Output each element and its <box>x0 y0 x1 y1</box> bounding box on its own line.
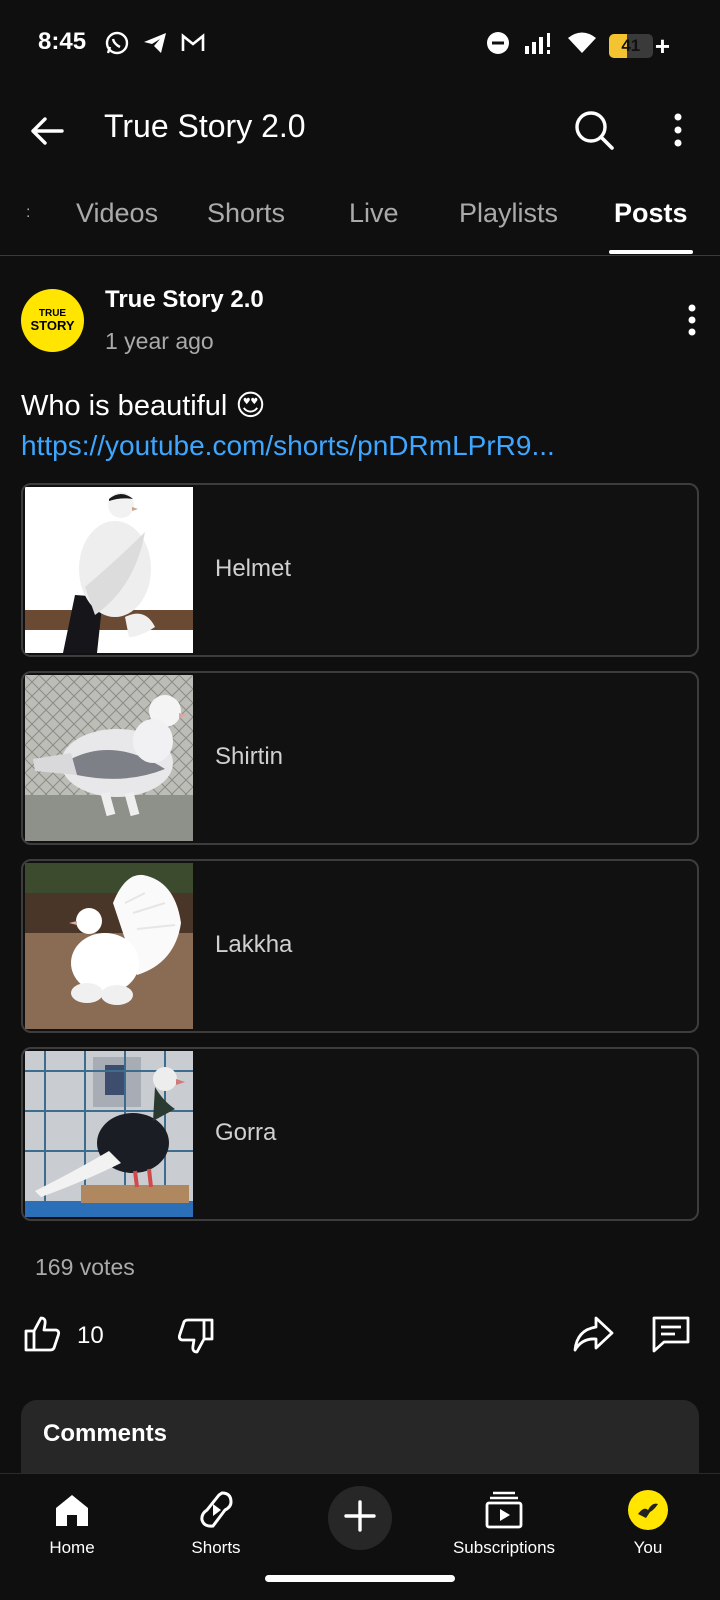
post-link[interactable]: https://youtube.com/shorts/pnDRmLPrR9... <box>21 430 555 462</box>
avatar-text-line2: STORY <box>30 318 75 333</box>
poll-option-helmet[interactable]: Helmet <box>21 483 699 657</box>
channel-title: True Story 2.0 <box>104 108 306 144</box>
poll-option-gorra[interactable]: Gorra <box>21 1047 699 1221</box>
telegram-icon <box>142 30 168 56</box>
poll-option-lakkha[interactable]: Lakkha <box>21 859 699 1033</box>
create-button[interactable] <box>328 1486 392 1550</box>
nav-subscriptions[interactable]: Subscriptions <box>434 1484 574 1558</box>
home-indicator[interactable] <box>265 1575 455 1582</box>
nav-label-subscriptions: Subscriptions <box>452 1538 556 1557</box>
tab-active-indicator <box>609 250 693 254</box>
comments-title: Comments <box>43 1420 168 1447</box>
nav-label-shorts: Shorts <box>191 1538 241 1557</box>
status-time: 8:45 <box>38 28 87 55</box>
tab-posts[interactable]: Posts <box>614 198 688 229</box>
poll-image-white-pigeon-black-tail <box>25 487 193 653</box>
tab-playlists[interactable]: Playlists <box>459 198 558 229</box>
app-bar: True Story 2.0 <box>0 88 720 174</box>
channel-tabs: : Videos Shorts Live Playlists Posts <box>0 174 720 256</box>
poll-option-label: Shirtin <box>215 743 284 770</box>
comment-icon[interactable] <box>650 1314 692 1354</box>
nav-label-you: You <box>633 1538 663 1557</box>
create-plus-icon <box>343 1499 377 1538</box>
home-icon <box>52 1490 92 1530</box>
share-icon[interactable] <box>572 1314 614 1354</box>
post-author[interactable]: True Story 2.0 <box>105 286 264 314</box>
channel-avatar[interactable]: TRUE STORY <box>21 289 84 352</box>
poll-image-grey-spotted-pigeon <box>25 675 193 841</box>
more-vert-icon[interactable] <box>660 108 696 152</box>
subscriptions-icon <box>484 1490 524 1530</box>
wifi-icon <box>567 30 597 61</box>
like-count: 10 <box>77 1322 104 1349</box>
poll-image-white-fantail-pigeon <box>25 863 193 1029</box>
poll-option-shirtin[interactable]: Shirtin <box>21 671 699 845</box>
post-text: Who is beautiful 😍 <box>21 390 266 422</box>
dnd-icon <box>485 30 511 61</box>
poll-option-label: Gorra <box>215 1119 277 1146</box>
you-avatar-icon <box>628 1490 668 1530</box>
tab-videos[interactable]: Videos <box>76 198 158 229</box>
poll-option-label: Lakkha <box>215 931 293 958</box>
poll-votes: 169 votes <box>35 1254 135 1280</box>
shorts-icon <box>196 1490 236 1530</box>
nav-label-home: Home <box>49 1538 95 1557</box>
search-icon[interactable] <box>572 108 616 152</box>
gmail-icon <box>180 30 206 56</box>
poll-image-black-white-pigeon <box>25 1051 193 1217</box>
status-bar: 8:45 41 + <box>0 0 720 88</box>
tab-overflow[interactable]: : <box>26 204 30 222</box>
signal-icon <box>523 30 555 61</box>
nav-home[interactable]: Home <box>2 1484 142 1558</box>
status-app-icons <box>104 30 206 56</box>
back-arrow-icon[interactable] <box>26 110 68 152</box>
post-time: 1 year ago <box>105 328 214 354</box>
status-indicators: 41 + <box>485 30 670 61</box>
nav-you[interactable]: You <box>578 1484 718 1558</box>
whatsapp-icon <box>104 30 130 56</box>
thumbs-up-icon[interactable] <box>22 1314 62 1354</box>
tab-shorts[interactable]: Shorts <box>207 198 285 229</box>
battery-icon: 41 + <box>608 33 670 59</box>
nav-shorts[interactable]: Shorts <box>146 1484 286 1558</box>
tab-live[interactable]: Live <box>349 198 399 229</box>
thumbs-down-icon[interactable] <box>176 1316 216 1356</box>
battery-level: 41 <box>621 35 641 55</box>
post-more-vert-icon[interactable] <box>680 302 704 338</box>
poll-option-label: Helmet <box>215 555 292 582</box>
